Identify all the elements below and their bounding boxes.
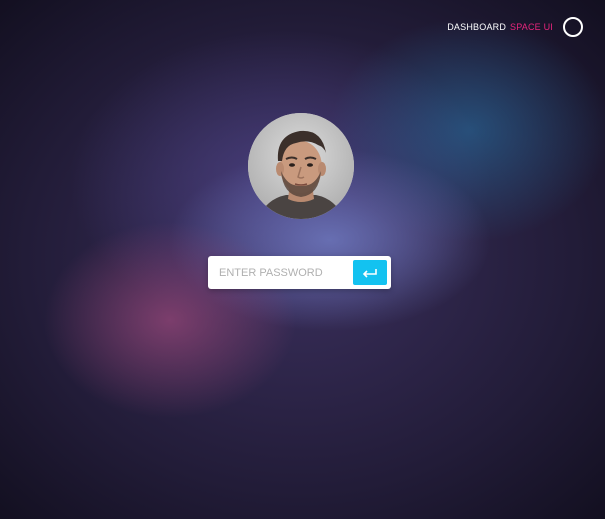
submit-button[interactable] [353,260,387,285]
brand-accent-text: SPACE UI [510,22,553,32]
user-avatar-icon [248,113,354,219]
brand-primary-text: DASHBOARD [447,22,507,32]
power-circle-icon[interactable] [563,17,583,37]
password-form [208,256,391,289]
password-input[interactable] [208,256,353,289]
enter-return-icon [362,268,377,278]
user-avatar [248,113,354,219]
top-bar: DASHBOARD SPACE UI [447,17,583,37]
brand-logo: DASHBOARD SPACE UI [447,22,553,32]
